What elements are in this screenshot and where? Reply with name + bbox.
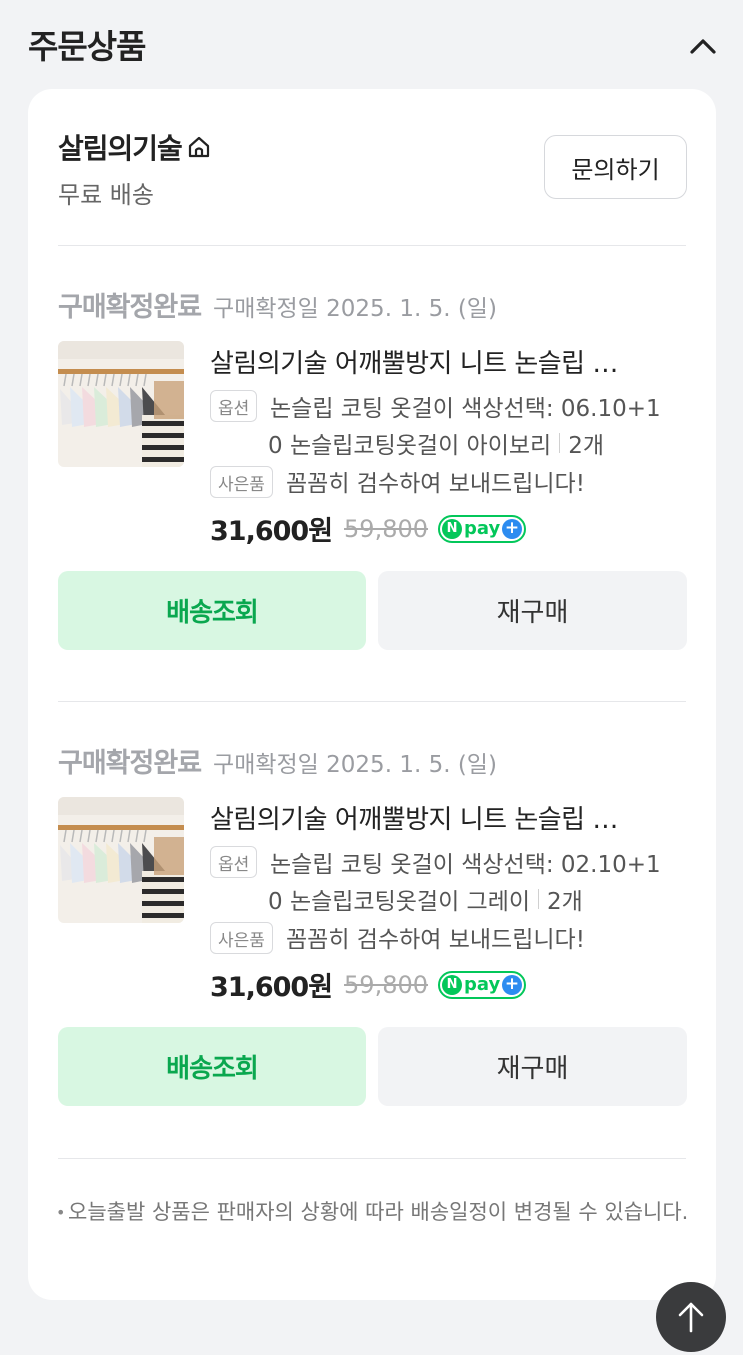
notice-text: 오늘출발 상품은 판매자의 상황에 따라 배송일정이 변경될 수 있습니다. <box>68 1200 689 1224</box>
quantity-separator <box>538 889 540 909</box>
gift-text: 꼼꼼히 검수하여 보내드립니다! <box>286 471 585 497</box>
notice-bullet: • <box>56 1203 66 1222</box>
plus-icon: + <box>502 518 523 539</box>
quantity-separator <box>559 433 561 453</box>
order-item: 구매확정완료 구매확정일 2025. 1. 5. (일) 살림의기술 어깨뿔방지… <box>28 285 716 705</box>
arrow-up-icon <box>678 1302 704 1333</box>
confirm-date: 구매확정일 2025. 1. 5. (일) <box>213 752 497 778</box>
plus-icon: + <box>502 974 523 995</box>
status-line: 구매확정완료 구매확정일 2025. 1. 5. (일) <box>58 285 497 324</box>
original-price: 59,800 <box>344 970 429 999</box>
status-line: 구매확정완료 구매확정일 2025. 1. 5. (일) <box>58 741 497 780</box>
product-name[interactable]: 살림의기술 어깨뿔방지 니트 논슬립 … <box>210 799 680 836</box>
order-card: 살림의기술 무료 배송 문의하기 구매확정완료 구매확정일 2025. 1. 5… <box>28 89 716 1300</box>
gift-tag: 사은품 <box>210 922 273 954</box>
original-price: 59,800 <box>344 514 429 543</box>
inquiry-button[interactable]: 문의하기 <box>544 135 687 199</box>
npay-plus-badge: N pay + <box>438 970 527 999</box>
npay-n-icon: N <box>442 974 463 995</box>
option-text: 논슬립 코팅 옷걸이 색상선택: 06.10+1 <box>270 396 661 422</box>
price: 31,600원 <box>210 972 333 1003</box>
npay-label: pay <box>464 518 501 539</box>
quantity: 2개 <box>568 433 604 459</box>
price: 31,600원 <box>210 516 333 547</box>
chevron-up-icon <box>690 39 716 54</box>
shipping-info: 무료 배송 <box>58 181 154 209</box>
price-line: 31,600원 59,800 N pay + <box>210 965 527 1004</box>
track-delivery-button[interactable]: 배송조회 <box>58 1027 366 1106</box>
product-thumbnail[interactable] <box>58 341 184 467</box>
rebuy-button[interactable]: 재구매 <box>378 1027 687 1106</box>
seller-link[interactable]: 살림의기술 <box>58 127 212 167</box>
option-text-cont: 0 논슬립코팅옷걸이 아이보리 2개 <box>268 426 604 460</box>
option-text-line2: 0 논슬립코팅옷걸이 아이보리 <box>268 433 552 459</box>
option-text: 논슬립 코팅 옷걸이 색상선택: 02.10+1 <box>270 852 661 878</box>
section-title: 주문상품 <box>28 27 146 66</box>
option-text-line2: 0 논슬립코팅옷걸이 그레이 <box>268 889 531 915</box>
option-tag: 옵션 <box>210 846 258 878</box>
divider <box>58 701 686 702</box>
price-line: 31,600원 59,800 N pay + <box>210 509 527 548</box>
rebuy-button[interactable]: 재구매 <box>378 571 687 650</box>
confirm-date: 구매확정일 2025. 1. 5. (일) <box>213 296 497 322</box>
gift-tag: 사은품 <box>210 466 273 498</box>
option-tag: 옵션 <box>210 390 258 422</box>
product-name[interactable]: 살림의기술 어깨뿔방지 니트 논슬립 … <box>210 343 680 380</box>
divider <box>58 245 686 246</box>
product-thumbnail[interactable] <box>58 797 184 923</box>
divider <box>58 1158 686 1159</box>
quantity: 2개 <box>547 889 583 915</box>
npay-label: pay <box>464 974 501 995</box>
order-item: 구매확정완료 구매확정일 2025. 1. 5. (일) 살림의기술 어깨뿔방지… <box>28 741 716 1161</box>
track-delivery-button[interactable]: 배송조회 <box>58 571 366 650</box>
section-header: 주문상품 <box>0 0 743 88</box>
npay-plus-badge: N pay + <box>438 514 527 543</box>
gift-text: 꼼꼼히 검수하여 보내드립니다! <box>286 927 585 953</box>
seller-name: 살림의기술 <box>58 132 183 165</box>
order-status: 구매확정완료 <box>58 748 202 779</box>
collapse-button[interactable] <box>683 26 723 66</box>
option-text-cont: 0 논슬립코팅옷걸이 그레이 2개 <box>268 882 583 916</box>
shipping-notice: • 오늘출발 상품은 판매자의 상황에 따라 배송일정이 변경될 수 있습니다. <box>56 1195 692 1230</box>
npay-n-icon: N <box>442 518 463 539</box>
order-status: 구매확정완료 <box>58 292 202 323</box>
home-icon <box>186 134 212 160</box>
scroll-top-button[interactable] <box>656 1282 726 1352</box>
